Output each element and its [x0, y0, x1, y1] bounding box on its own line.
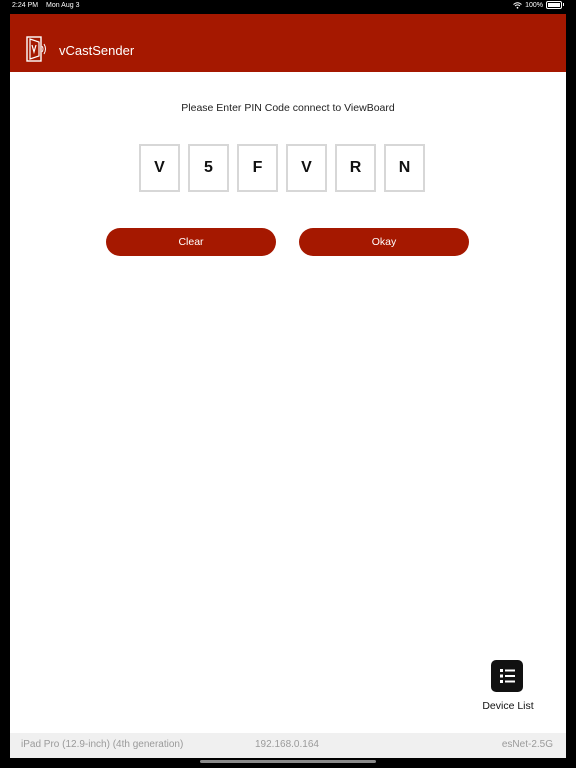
- battery-icon: [546, 1, 564, 9]
- clear-button[interactable]: Clear: [106, 228, 276, 256]
- pin-digit-2[interactable]: 5: [188, 144, 229, 192]
- device-list-label[interactable]: Device List: [472, 700, 544, 712]
- device-model: iPad Pro (12.9-inch) (4th generation): [21, 739, 184, 750]
- pin-digit-3[interactable]: F: [237, 144, 278, 192]
- home-indicator[interactable]: [200, 760, 376, 763]
- pin-input-row[interactable]: V 5 F V R N: [139, 144, 425, 192]
- device-list-button[interactable]: [491, 660, 523, 692]
- status-right: 100%: [513, 1, 564, 9]
- battery-percent: 100%: [525, 1, 543, 9]
- list-icon: [500, 669, 515, 683]
- pin-prompt: Please Enter PIN Code connect to ViewBoa…: [181, 102, 395, 114]
- vcast-logo-icon: [26, 36, 46, 62]
- status-time: 2:24 PM: [12, 2, 39, 9]
- ip-address: 192.168.0.164: [255, 739, 319, 750]
- app-title: vCastSender: [59, 43, 135, 58]
- status-bar: 2:24 PM Mon Aug 3 100%: [0, 0, 576, 12]
- status-date: Mon Aug 3: [46, 2, 80, 9]
- app-header: vCastSender: [10, 14, 566, 72]
- pin-digit-1[interactable]: V: [139, 144, 180, 192]
- app-window: vCastSender Please Enter PIN Code connec…: [10, 14, 566, 758]
- network-name: esNet-2.5G: [501, 739, 553, 750]
- pin-digit-6[interactable]: N: [384, 144, 425, 192]
- okay-button[interactable]: Okay: [299, 228, 469, 256]
- pin-digit-5[interactable]: R: [335, 144, 376, 192]
- pin-digit-4[interactable]: V: [286, 144, 327, 192]
- wifi-icon: [513, 1, 522, 9]
- footer-bar: iPad Pro (12.9-inch) (4th generation) 19…: [10, 733, 566, 758]
